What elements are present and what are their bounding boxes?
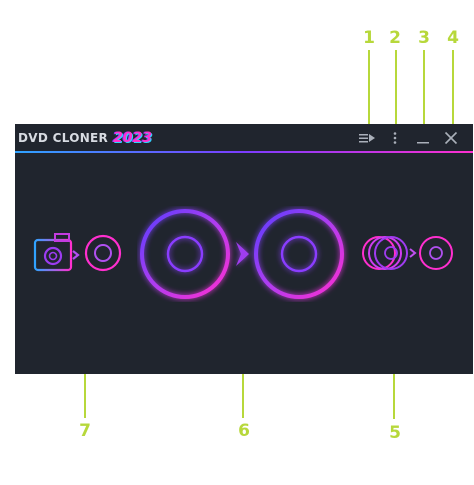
- callout-1: 1: [363, 28, 375, 48]
- close-icon: [444, 131, 458, 145]
- app-title: DVD CLONER 2023: [18, 130, 152, 146]
- disc-clone-icon: [140, 209, 344, 299]
- minimize-icon: [417, 142, 429, 144]
- camera-to-disc-icon: [33, 233, 122, 272]
- callout-6: 6: [238, 421, 250, 441]
- close-button[interactable]: [441, 129, 461, 147]
- vertical-dots-icon: [393, 132, 397, 144]
- camera-to-disc-button[interactable]: [33, 228, 125, 276]
- multi-disc-icon: [362, 236, 453, 270]
- playlist-play-icon: [359, 134, 375, 143]
- callout-7: 7: [79, 421, 91, 441]
- minimize-button[interactable]: [413, 129, 433, 147]
- more-options-button[interactable]: [385, 129, 405, 147]
- callout-4: 4: [447, 28, 459, 48]
- app-title-year: 2023: [113, 130, 153, 146]
- callout-2: 2: [389, 28, 401, 48]
- title-bar[interactable]: DVD CLONER 2023: [15, 124, 473, 151]
- callout-5: 5: [389, 423, 401, 443]
- playlist-menu-button[interactable]: [357, 129, 377, 147]
- disc-to-disc-clone-button[interactable]: [137, 206, 349, 302]
- title-accent-line: [15, 151, 473, 153]
- multi-disc-to-disc-button[interactable]: [361, 232, 457, 274]
- callout-line-1: [368, 50, 370, 132]
- app-title-text: DVD CLONER: [18, 131, 109, 145]
- callout-3: 3: [418, 28, 430, 48]
- app-window: DVD CLONER 2023: [15, 124, 473, 374]
- callout-line-4: [452, 50, 454, 134]
- callout-line-2: [395, 50, 397, 132]
